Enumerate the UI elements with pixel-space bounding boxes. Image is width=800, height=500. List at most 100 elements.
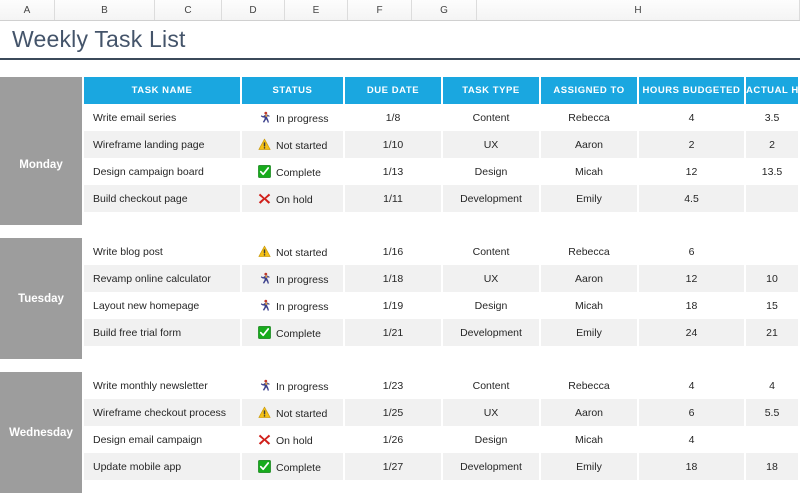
cell-task-name[interactable]: Wireframe checkout process (84, 399, 242, 426)
table-row[interactable]: Wednesday Write monthly newsletter In prog… (0, 372, 800, 493)
cell-task-type[interactable]: UX (443, 265, 541, 292)
cell-hours-budgeted[interactable]: 4 (639, 426, 746, 453)
cell-task-type[interactable]: Design (443, 292, 541, 319)
cell-due-date[interactable]: 1/18 (345, 265, 443, 292)
cell-task-name[interactable]: Revamp online calculator (84, 265, 242, 292)
table-row[interactable]: Design email campaign On hold 1/26 Design Mi… (0, 426, 800, 453)
column-letter-g[interactable]: G (412, 0, 477, 20)
cell-due-date[interactable]: 1/13 (345, 158, 443, 185)
cell-actual-hours[interactable] (746, 426, 800, 453)
table-row[interactable]: Tuesday Write blog post Not started 1/16 Con… (0, 238, 800, 359)
cell-status[interactable]: Not started (242, 399, 345, 426)
cell-task-type[interactable]: Development (443, 453, 541, 480)
cell-task-type[interactable]: Development (443, 185, 541, 212)
cell-task-name[interactable]: Write blog post (84, 238, 242, 265)
table-row[interactable]: Wireframe landing page Not started 1/10 UX A… (0, 131, 800, 158)
cell-task-type[interactable]: UX (443, 399, 541, 426)
col-header-assigned-to[interactable]: ASSIGNED TO (541, 77, 639, 104)
cell-task-type[interactable]: Design (443, 426, 541, 453)
cell-assigned-to[interactable]: Rebecca (541, 104, 639, 131)
col-header-task-name[interactable]: TASK NAME (84, 77, 242, 104)
column-letter-f[interactable]: F (348, 0, 412, 20)
cell-hours-budgeted[interactable]: 12 (639, 158, 746, 185)
table-row[interactable]: Layout new homepage In progress 1/19 Design… (0, 292, 800, 319)
cell-due-date[interactable]: 1/10 (345, 131, 443, 158)
cell-hours-budgeted[interactable]: 4 (639, 372, 746, 399)
cell-assigned-to[interactable]: Emily (541, 453, 639, 480)
cell-actual-hours[interactable]: 21 (746, 319, 800, 346)
col-header-actual-hours[interactable]: ACTUAL HOURS (746, 77, 800, 104)
cell-actual-hours[interactable]: 3.5 (746, 104, 800, 131)
cell-task-type[interactable]: Content (443, 238, 541, 265)
table-row[interactable]: Build checkout page On hold 1/11 Developmen… (0, 185, 800, 212)
column-letter-a[interactable]: A (0, 0, 55, 20)
cell-task-name[interactable]: Update mobile app (84, 453, 242, 480)
cell-assigned-to[interactable]: Micah (541, 292, 639, 319)
table-row[interactable]: Monday Write email series In progress 1/8 Co… (0, 104, 800, 225)
cell-hours-budgeted[interactable]: 18 (639, 292, 746, 319)
cell-due-date[interactable]: 1/19 (345, 292, 443, 319)
cell-assigned-to[interactable]: Micah (541, 158, 639, 185)
col-header-hours-budgeted[interactable]: HOURS BUDGETED (639, 77, 746, 104)
cell-task-name[interactable]: Write monthly newsletter (84, 372, 242, 399)
cell-assigned-to[interactable]: Emily (541, 185, 639, 212)
cell-due-date[interactable]: 1/11 (345, 185, 443, 212)
cell-task-type[interactable]: Development (443, 319, 541, 346)
col-header-status[interactable]: STATUS (242, 77, 345, 104)
cell-status[interactable]: Not started (242, 238, 345, 265)
cell-task-type[interactable]: UX (443, 131, 541, 158)
col-header-task-type[interactable]: TASK TYPE (443, 77, 541, 104)
cell-due-date[interactable]: 1/21 (345, 319, 443, 346)
cell-hours-budgeted[interactable]: 12 (639, 265, 746, 292)
cell-status[interactable]: On hold (242, 426, 345, 453)
col-header-due-date[interactable]: DUE DATE (345, 77, 443, 104)
cell-task-name[interactable]: Design email campaign (84, 426, 242, 453)
cell-due-date[interactable]: 1/23 (345, 372, 443, 399)
cell-hours-budgeted[interactable]: 6 (639, 238, 746, 265)
cell-assigned-to[interactable]: Aaron (541, 131, 639, 158)
cell-task-type[interactable]: Content (443, 104, 541, 131)
cell-actual-hours[interactable]: 5.5 (746, 399, 800, 426)
cell-hours-budgeted[interactable]: 24 (639, 319, 746, 346)
cell-assigned-to[interactable]: Micah (541, 426, 639, 453)
cell-task-type[interactable]: Content (443, 372, 541, 399)
cell-status[interactable]: In progress (242, 292, 345, 319)
cell-hours-budgeted[interactable]: 2 (639, 131, 746, 158)
cell-task-name[interactable]: Layout new homepage (84, 292, 242, 319)
cell-actual-hours[interactable] (746, 185, 800, 212)
cell-due-date[interactable]: 1/27 (345, 453, 443, 480)
cell-actual-hours[interactable]: 18 (746, 453, 800, 480)
column-letter-h[interactable]: H (477, 0, 800, 20)
cell-assigned-to[interactable]: Emily (541, 319, 639, 346)
table-row[interactable]: Build free trial form Complete 1/21 Develop… (0, 319, 800, 346)
column-letter-d[interactable]: D (222, 0, 285, 20)
cell-hours-budgeted[interactable]: 6 (639, 399, 746, 426)
table-row[interactable]: Design campaign board Complete 1/13 Design M… (0, 158, 800, 185)
cell-actual-hours[interactable]: 2 (746, 131, 800, 158)
cell-status[interactable]: In progress (242, 372, 345, 399)
cell-actual-hours[interactable]: 10 (746, 265, 800, 292)
cell-task-name[interactable]: Design campaign board (84, 158, 242, 185)
column-letter-b[interactable]: B (55, 0, 155, 20)
cell-task-name[interactable]: Build checkout page (84, 185, 242, 212)
table-row[interactable]: Wireframe checkout process Not started 1/2… (0, 399, 800, 426)
cell-status[interactable]: Complete (242, 453, 345, 480)
cell-assigned-to[interactable]: Aaron (541, 265, 639, 292)
cell-actual-hours[interactable] (746, 238, 800, 265)
cell-task-name[interactable]: Write email series (84, 104, 242, 131)
cell-task-name[interactable]: Wireframe landing page (84, 131, 242, 158)
cell-status[interactable]: Not started (242, 131, 345, 158)
cell-task-type[interactable]: Design (443, 158, 541, 185)
cell-assigned-to[interactable]: Rebecca (541, 372, 639, 399)
cell-task-name[interactable]: Build free trial form (84, 319, 242, 346)
table-row[interactable]: Update mobile app Complete 1/27 Development… (0, 453, 800, 480)
cell-status[interactable]: In progress (242, 104, 345, 131)
cell-hours-budgeted[interactable]: 4 (639, 104, 746, 131)
column-letter-c[interactable]: C (155, 0, 222, 20)
cell-status[interactable]: Complete (242, 158, 345, 185)
cell-due-date[interactable]: 1/26 (345, 426, 443, 453)
table-row[interactable]: Revamp online calculator In progress 1/18 U… (0, 265, 800, 292)
cell-actual-hours[interactable]: 13.5 (746, 158, 800, 185)
cell-due-date[interactable]: 1/8 (345, 104, 443, 131)
cell-due-date[interactable]: 1/16 (345, 238, 443, 265)
